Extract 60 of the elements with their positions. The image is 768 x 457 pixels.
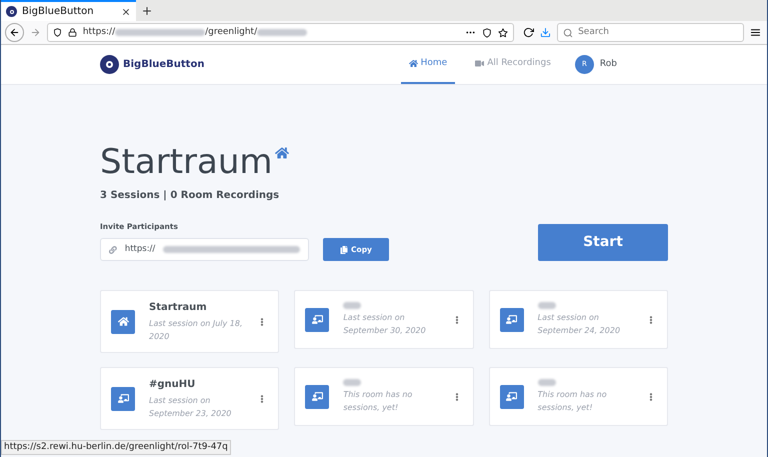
room-title: Startraum [100,142,273,182]
last-session-text: Last session on September 30, 2020 [343,312,427,338]
url-path: /greenlight/ [205,26,258,39]
last-session-text: Last session on July 18, 2020 [149,318,244,344]
home-icon [274,146,289,160]
lock-icon [68,28,77,37]
blurred-room-name [538,302,556,310]
star-icon[interactable] [498,28,508,38]
last-session-text: This room has no sessions, yet! [343,389,414,414]
nav-link[interactable]: Home [400,45,456,84]
home-icon [408,59,418,68]
room-card[interactable]: This room has no sessions, yet! [294,367,474,426]
video-camera-icon [475,59,484,68]
browser-tab[interactable]: BigBlueButton [1,0,136,21]
home-room-icon [111,310,135,334]
menu-icon[interactable] [750,27,761,38]
logo-icon [100,55,119,74]
last-session-text: This room has no sessions, yet! [538,389,608,414]
tab-title: BigBlueButton [22,5,95,19]
room-card[interactable]: Startraum Last session on July 18, 2020 [100,290,280,354]
url-scheme: https:// [82,26,116,39]
address-bar[interactable]: https:// /greenlight/ [46,23,514,42]
presentation-room-icon [305,308,330,332]
search-field[interactable]: Search [557,23,744,42]
blurred-path [257,29,308,36]
link-icon [109,246,117,254]
presentation-room-icon [500,384,524,409]
room-card[interactable]: This room has no sessions, yet! [488,367,668,426]
download-icon[interactable] [540,27,552,38]
presentation-room-icon [111,386,135,411]
back-arrow-icon [8,27,20,38]
logo-text: BigBlueButton [123,58,204,72]
reload-icon[interactable] [523,27,534,38]
nav-link[interactable]: All Recordings [467,45,559,84]
presentation-room-icon [305,384,330,409]
logo-icon [6,6,17,17]
room-card[interactable]: Last session on September 24, 2020 [488,290,668,350]
blurred-room-name [343,379,362,386]
last-session-text: Last session on September 24, 2020 [538,312,622,338]
search-icon [563,28,574,38]
room-name: #gnuHU [149,378,196,392]
invite-url-text: https:// [124,243,156,256]
start-button[interactable]: Start [538,224,668,262]
room-card[interactable]: Last session on September 30, 2020 [294,290,474,350]
status-url: https://s2.rewi.hu-berlin.de/greenlight/rol-7t9-47q [1,440,231,455]
blurred-room-name [343,302,362,310]
invite-url-field[interactable]: https:// [100,238,309,262]
copy-icon [340,246,348,254]
room-stats: 3 Sessions | 0 Room Recordings [100,189,280,203]
last-session-text: Last session on September 23, 2020 [149,395,232,420]
new-tab-icon[interactable] [141,5,153,17]
close-icon[interactable] [121,6,131,16]
blurred-room-name [538,379,556,386]
shield-icon [52,28,62,37]
back-button[interactable] [5,23,24,42]
forward-icon[interactable] [30,27,41,38]
presentation-room-icon [500,308,524,332]
room-name: Startraum [149,301,208,316]
room-card[interactable]: #gnuHU Last session on September 23, 2020 [100,367,280,430]
user-name[interactable]: Rob [600,58,617,72]
